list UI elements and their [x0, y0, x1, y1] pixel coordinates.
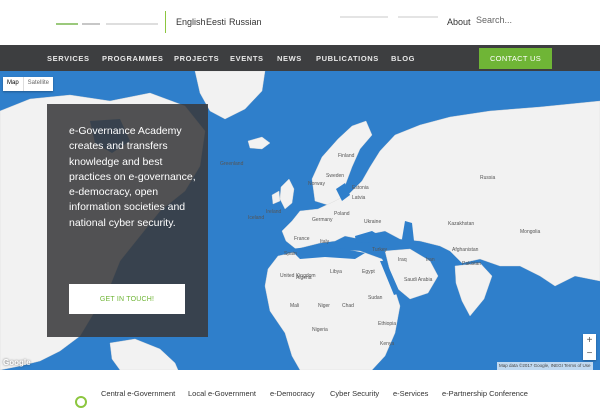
map-label: United Kingdom [280, 273, 316, 279]
nav-news[interactable]: NEWS [277, 54, 302, 63]
nav-programmes[interactable]: PROGRAMMES [102, 54, 163, 63]
map-label: Chad [342, 303, 354, 309]
map-label: Nigeria [312, 327, 328, 333]
land-iceland [247, 136, 271, 150]
map-label: Ethiopia [378, 321, 397, 327]
map-label: Kenya [380, 341, 395, 347]
map-label: Spain [284, 251, 297, 257]
lang-english[interactable]: English [176, 17, 206, 27]
nav-blog[interactable]: BLOG [391, 54, 415, 63]
map-label: Iceland [248, 215, 265, 221]
land-africa [264, 248, 401, 370]
map-label: Germany [312, 217, 333, 223]
map-label: Libya [330, 269, 342, 275]
logo-mark [56, 23, 78, 25]
contact-us-button[interactable]: CONTACT US [479, 48, 552, 69]
service-cyber-security[interactable]: Cyber Security [330, 389, 379, 398]
search-input[interactable] [476, 12, 594, 28]
map-label: Iraq [398, 257, 407, 263]
lang-russian[interactable]: Russian [229, 17, 262, 27]
map-label: Turkey [372, 247, 388, 253]
service-local-e-government[interactable]: Local e-Government [188, 389, 256, 398]
land-south-america [109, 338, 179, 370]
lang-eesti[interactable]: Eesti [206, 17, 226, 27]
map-label: Mali [290, 303, 300, 309]
map-label: Finland [338, 153, 355, 159]
hero-overlay: e-Governance Academy creates and transfe… [47, 104, 208, 337]
ega-logo[interactable] [56, 14, 160, 30]
get-in-touch-button[interactable]: GET IN TOUCH! [69, 284, 185, 314]
zoom-in-button[interactable]: + [583, 334, 596, 347]
service-central-e-government[interactable]: Central e-Government [101, 389, 175, 398]
map-label: Greenland [220, 161, 244, 167]
footer-logo-icon [75, 396, 87, 408]
map-label: Kazakhstan [448, 221, 475, 227]
mediterranean-sea [290, 246, 365, 259]
map-label: Ukraine [364, 219, 382, 225]
logo-divider [165, 11, 166, 33]
map-label: Saudi Arabia [404, 277, 433, 283]
zoom-control: + − [583, 334, 596, 360]
map-label: Norway [308, 181, 325, 187]
map-label: Latvia [352, 195, 366, 201]
nav-services[interactable]: SERVICES [47, 54, 90, 63]
zoom-out-button[interactable]: − [583, 347, 596, 360]
map-label: Ireland [266, 209, 282, 215]
top-bar: English Eesti Russian About [0, 0, 600, 45]
map-label: Poland [334, 211, 350, 217]
land-ireland [271, 190, 281, 205]
hero-text: e-Governance Academy creates and transfe… [69, 125, 196, 229]
land-india [454, 262, 493, 317]
nav-publications[interactable]: PUBLICATIONS [316, 54, 379, 63]
map-label: Pakistan [462, 261, 482, 267]
service-e-democracy[interactable]: e-Democracy [270, 389, 315, 398]
top-link-faint[interactable] [340, 16, 388, 18]
map-type-control: Map Satellite [3, 77, 54, 91]
map-type-map-button[interactable]: Map [3, 77, 23, 91]
service-e-partnership-conference[interactable]: e-Partnership Conference [442, 389, 528, 398]
logo-wordmark [106, 23, 158, 25]
google-logo[interactable]: Google [3, 358, 31, 367]
map-label: Iran [426, 257, 435, 263]
map-label: Egypt [362, 269, 375, 275]
map-label: Mongolia [520, 229, 541, 235]
nav-projects[interactable]: PROJECTS [174, 54, 219, 63]
service-e-services[interactable]: e-Services [393, 389, 428, 398]
nav-events[interactable]: EVENTS [230, 54, 264, 63]
map-label: Italy [320, 239, 330, 245]
map-attribution[interactable]: Map data ©2017 Google, INEGI Terms of Us… [497, 362, 593, 370]
map-label: Afghanistan [452, 247, 479, 253]
map-type-satellite-button[interactable]: Satellite [22, 77, 53, 91]
map-label: Sudan [368, 295, 383, 301]
top-link-faint[interactable] [398, 16, 438, 18]
map-label: France [294, 236, 310, 242]
land-uk [279, 178, 295, 210]
map-label: Niger [318, 303, 330, 309]
map-label: Estonia [352, 185, 369, 191]
map-label: Russia [480, 175, 496, 181]
about-link[interactable]: About [447, 17, 471, 27]
logo-mark-secondary [82, 23, 100, 25]
map-label: Sweden [326, 173, 345, 179]
